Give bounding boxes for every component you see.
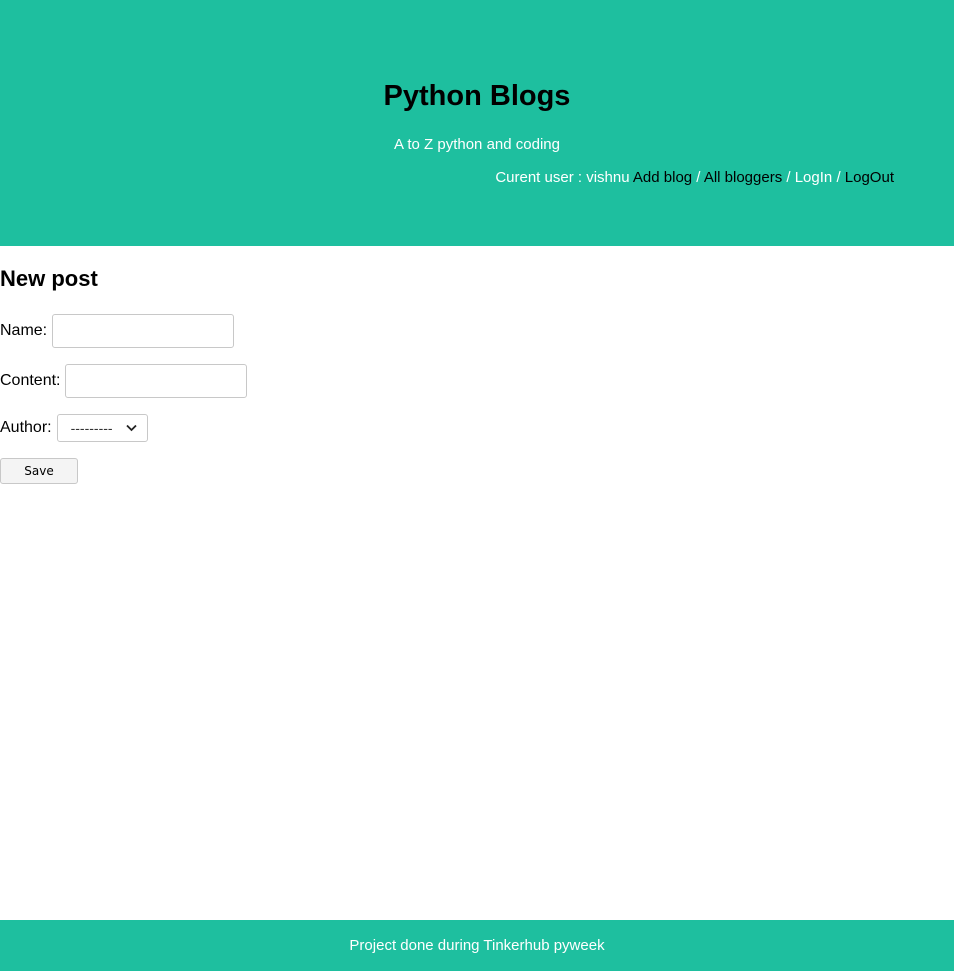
chevron-down-icon [125,424,137,432]
login-link[interactable]: LogIn [795,169,833,186]
author-selected-value: --------- [70,420,113,436]
site-tagline: A to Z python and coding [394,136,560,153]
nav-separator: / [786,169,791,186]
nav-separator: / [696,169,701,186]
all-bloggers-link[interactable]: All bloggers [704,169,782,186]
author-select[interactable]: --------- [56,414,148,442]
site-footer: Project done during Tinkerhub pyweek [0,920,954,971]
name-row: Name: [0,314,235,348]
page-title: New post [0,266,98,291]
top-nav: Curent user : vishnu Add blog / All blog… [495,169,894,186]
footer-text: Project done during Tinkerhub pyweek [349,937,605,954]
content-label: Content: [0,372,61,389]
content-row: Content: [0,364,248,398]
author-row: Author: --------- [0,414,148,442]
content-input[interactable] [65,364,248,398]
current-user-label: Curent user : vishnu [495,169,630,186]
author-label: Author: [0,419,52,436]
nav-separator: / [836,169,841,186]
logout-link[interactable]: LogOut [845,169,894,186]
name-input[interactable] [52,314,235,348]
site-header: Python Blogs A to Z python and coding Cu… [0,0,954,246]
add-blog-link[interactable]: Add blog [633,169,692,186]
save-button[interactable]: Save [0,458,78,484]
site-title: Python Blogs [383,80,571,112]
name-label: Name: [0,322,48,339]
